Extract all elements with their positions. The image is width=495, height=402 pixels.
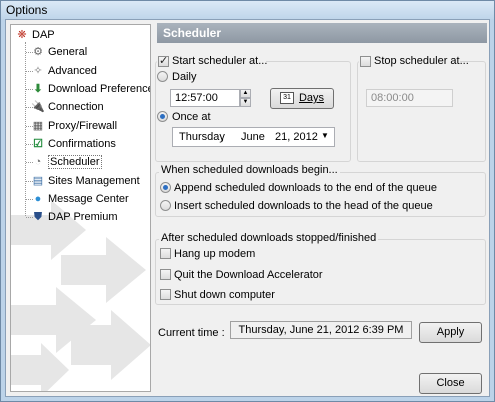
- date-month: June: [241, 131, 265, 143]
- date-separator: ,: [221, 131, 225, 143]
- hangup-checkbox[interactable]: [160, 248, 171, 259]
- start-scheduler-header: Start scheduler at...: [157, 54, 268, 68]
- append-radio[interactable]: [160, 182, 171, 193]
- proxy-firewall-icon: ▦: [32, 120, 44, 132]
- time-spin-down[interactable]: ▼: [240, 98, 251, 107]
- shutdown-checkbox[interactable]: [160, 289, 171, 300]
- stop-scheduler-label: Stop scheduler at...: [374, 55, 469, 67]
- apply-button-label: Apply: [436, 326, 465, 338]
- title-bar[interactable]: Options: [1, 1, 494, 19]
- stop-time-value: 08:00:00: [371, 92, 414, 104]
- sites-management-icon: ▤: [32, 175, 44, 187]
- scheduler-icon: ◔: [34, 156, 42, 168]
- hangup-label: Hang up modem: [174, 248, 256, 260]
- panel-header: Scheduler: [157, 23, 487, 43]
- date-weekday: Thursday: [179, 131, 225, 143]
- options-window: Options ❋ DAP ⚙ General ✧ Advanced ⬇ Dow…: [0, 0, 495, 402]
- window-title: Options: [6, 3, 48, 17]
- message-center-icon: ●: [34, 193, 42, 205]
- chevron-down-icon[interactable]: ▼: [321, 131, 329, 140]
- daily-radio[interactable]: [157, 71, 168, 82]
- daily-label: Daily: [172, 71, 197, 83]
- stop-time-input[interactable]: 08:00:00: [366, 89, 453, 107]
- advanced-icon: ✧: [33, 65, 43, 77]
- calendar-icon: 31: [279, 92, 294, 105]
- days-button-label: Days: [298, 92, 325, 104]
- download-preferences-icon: ⬇: [33, 83, 43, 95]
- tree-connector-line: [25, 42, 26, 216]
- start-time-value: 12:57:00: [175, 92, 218, 104]
- general-icon: ⚙: [33, 46, 43, 58]
- insert-radio[interactable]: [160, 200, 171, 211]
- current-time-text: Thursday, June 21, 2012 6:39 PM: [238, 324, 404, 336]
- dialog-client: ❋ DAP ⚙ General ✧ Advanced ⬇ Download Pr…: [5, 19, 490, 397]
- begin-group-title: When scheduled downloads begin...: [159, 164, 340, 176]
- after-group-title: After scheduled downloads stopped/finish…: [159, 232, 379, 244]
- current-time-label: Current time :: [158, 327, 225, 339]
- dap-icon: ❋: [17, 29, 27, 41]
- once-at-radio[interactable]: [157, 111, 168, 122]
- append-label: Append scheduled downloads to the end of…: [174, 182, 437, 194]
- start-time-input[interactable]: 12:57:00: [170, 89, 240, 107]
- current-time-value: Thursday, June 21, 2012 6:39 PM: [230, 321, 412, 339]
- apply-button[interactable]: Apply: [419, 322, 482, 343]
- once-at-label: Once at: [172, 111, 211, 123]
- time-spin-up[interactable]: ▲: [240, 89, 251, 98]
- quit-checkbox[interactable]: [160, 269, 171, 280]
- shutdown-label: Shut down computer: [174, 289, 275, 301]
- date-picker[interactable]: Thursday , June 21, 2012 ▼: [172, 127, 335, 147]
- insert-label: Insert scheduled downloads to the head o…: [174, 200, 433, 212]
- stop-scheduler-group: [357, 61, 486, 162]
- options-tree: ❋ DAP ⚙ General ✧ Advanced ⬇ Download Pr…: [10, 24, 151, 392]
- start-scheduler-label: Start scheduler at...: [172, 55, 268, 67]
- arrows-watermark: [11, 200, 150, 391]
- close-button-label: Close: [436, 377, 465, 389]
- start-scheduler-checkbox[interactable]: [158, 54, 169, 67]
- stop-scheduler-checkbox[interactable]: [360, 56, 371, 67]
- panel-title: Scheduler: [163, 26, 222, 40]
- quit-label: Quit the Download Accelerator: [174, 269, 323, 281]
- confirmations-icon: ☑: [33, 138, 43, 150]
- date-day-year: 21, 2012: [275, 131, 318, 143]
- days-button[interactable]: 31 Days: [270, 88, 334, 109]
- dap-premium-icon: ⛊: [33, 211, 43, 223]
- stop-scheduler-header: Stop scheduler at...: [359, 54, 469, 68]
- close-button[interactable]: Close: [419, 373, 482, 394]
- connection-icon: 🔌: [31, 101, 45, 113]
